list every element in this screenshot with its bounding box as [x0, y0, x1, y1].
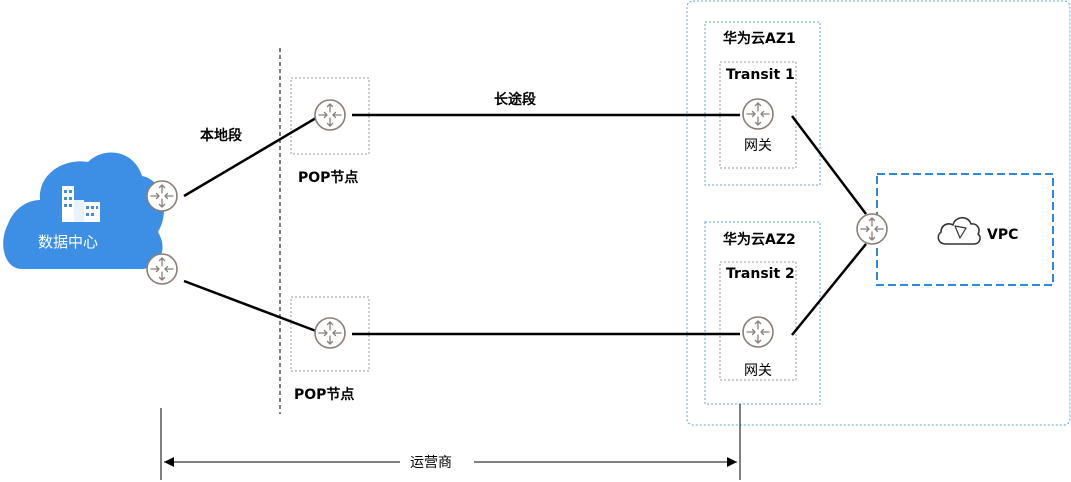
- pop-top-router-icon: [314, 99, 346, 131]
- vpc-cloud-icon: [937, 216, 981, 245]
- dc-router-top-icon: [146, 180, 178, 212]
- pop-bottom-router-icon: [314, 317, 346, 349]
- carrier-label: 运营商: [410, 455, 452, 471]
- pop-top-label: POP节点: [298, 170, 359, 186]
- transit1-label: Transit 1: [726, 67, 795, 83]
- datacenter-label: 数据中心: [38, 233, 99, 251]
- vpc-router-icon: [856, 213, 888, 245]
- network-diagram: [3, 0, 1071, 480]
- link-dc-pop-bottom: [183, 279, 317, 333]
- az2-title: 华为云AZ2: [723, 232, 796, 248]
- link-transit1-vpc-router: [791, 115, 867, 215]
- transit2-gateway-label: 网关: [744, 363, 772, 379]
- transit1-gateway-icon: [742, 98, 774, 130]
- pop-bottom-label: POP节点: [294, 387, 355, 403]
- local-segment-label: 本地段: [200, 128, 242, 144]
- dc-router-bottom-icon: [146, 253, 178, 285]
- transit2-gateway-icon: [742, 316, 774, 348]
- transit2-label: Transit 2: [726, 266, 795, 282]
- az1-title: 华为云AZ1: [723, 31, 796, 47]
- long-haul-segment-label: 长途段: [494, 92, 536, 108]
- vpc-label: VPC: [987, 227, 1019, 243]
- link-transit2-vpc-router: [791, 243, 867, 336]
- transit1-gateway-label: 网关: [744, 138, 772, 154]
